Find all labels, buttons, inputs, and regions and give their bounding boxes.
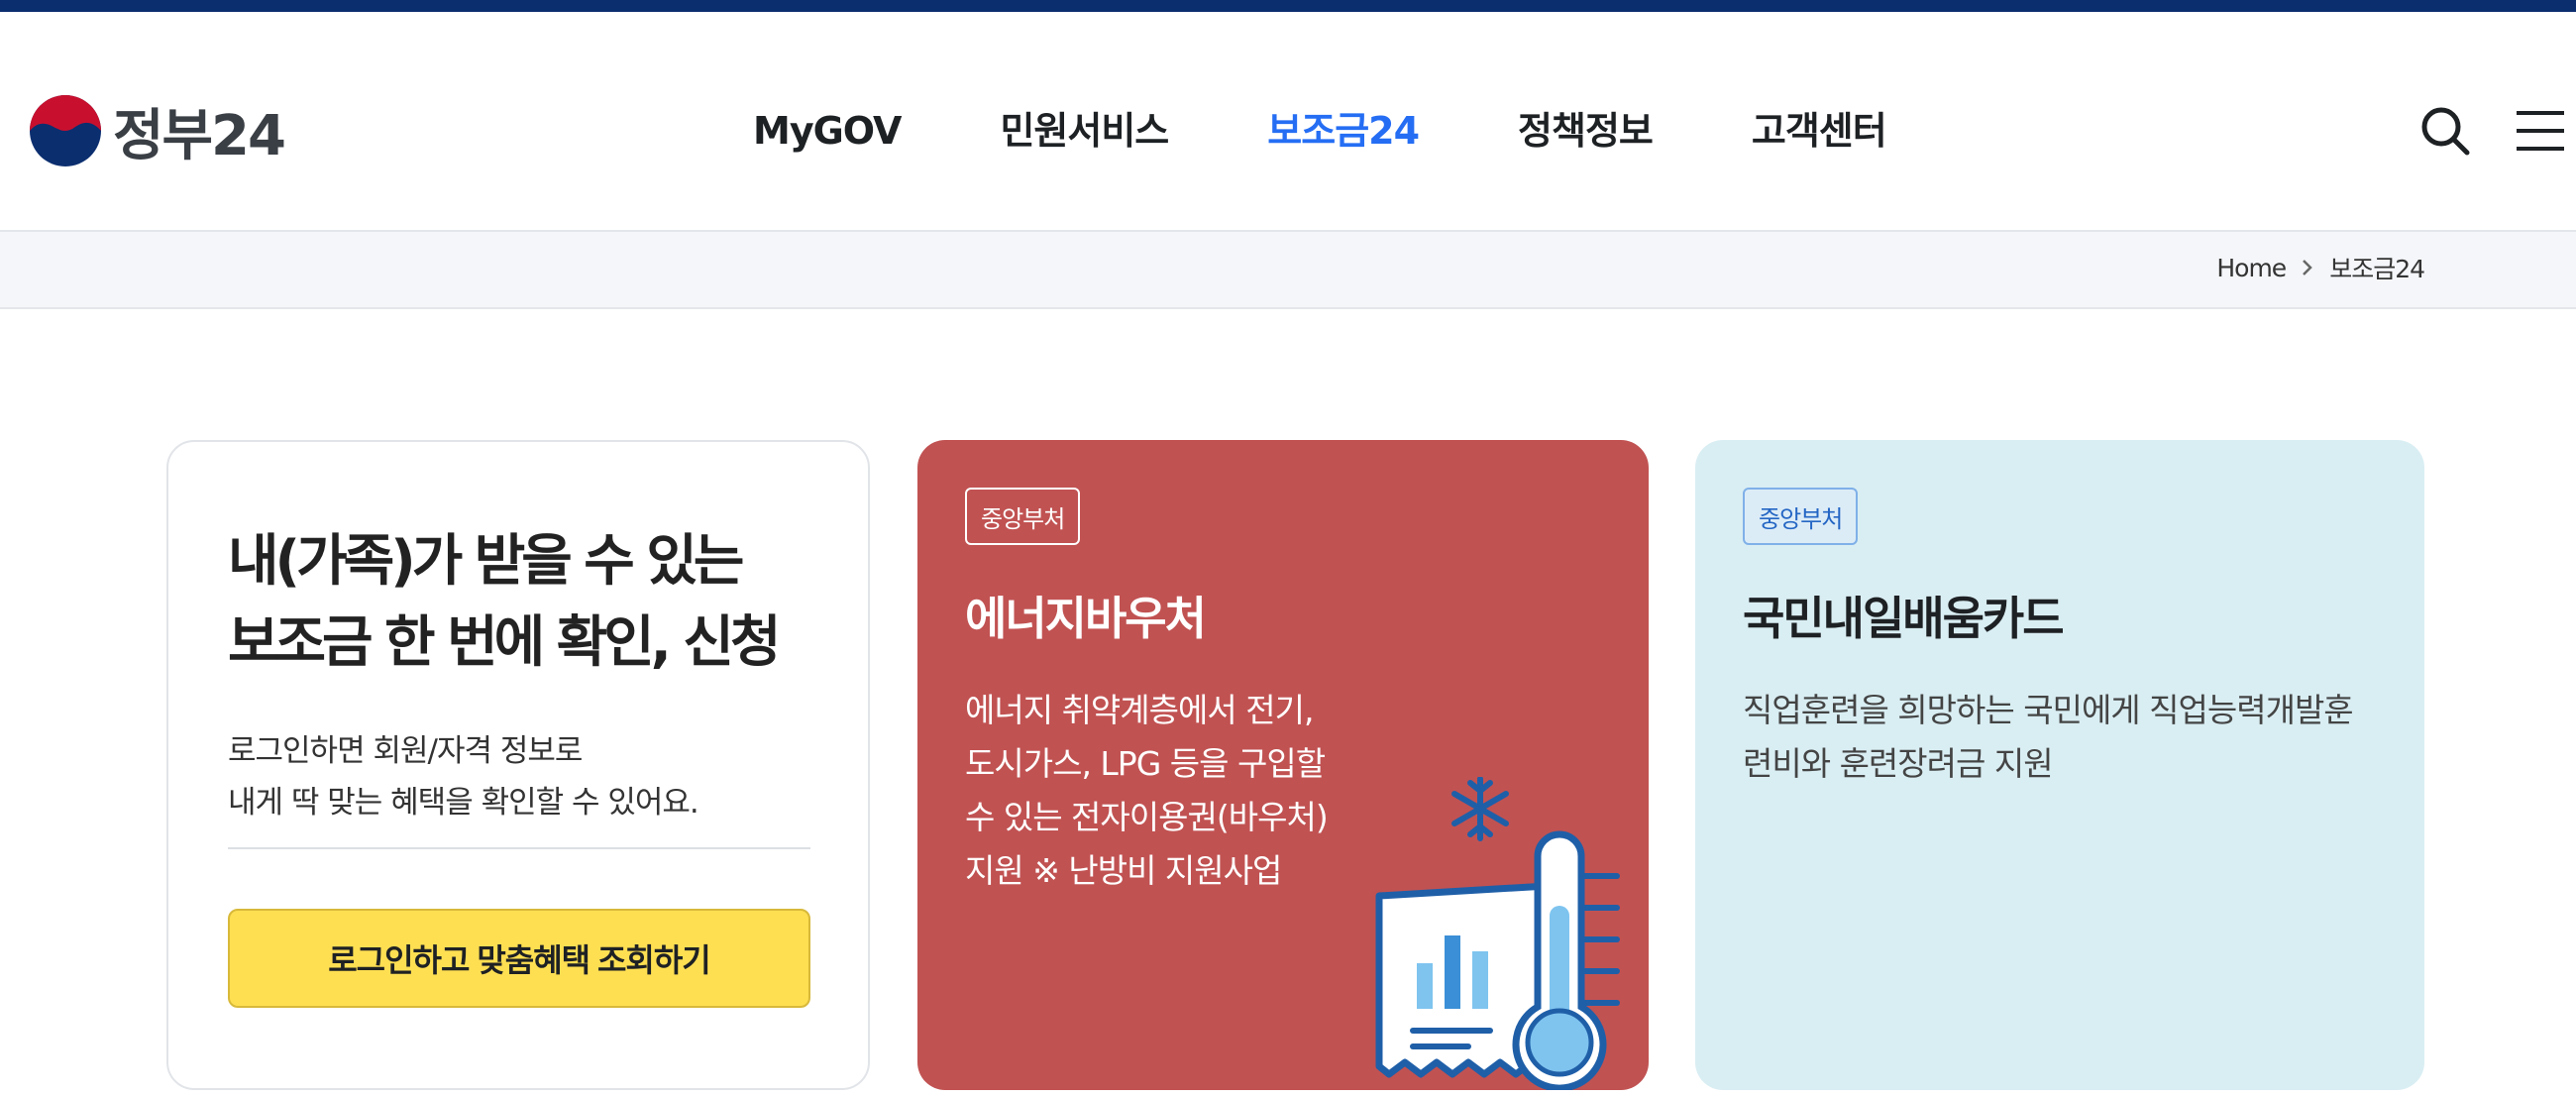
card-desc-line: 지원 ※ 난방비 지원사업 xyxy=(965,851,1282,890)
chevron-right-icon xyxy=(2303,260,2312,275)
breadcrumb-bar: Home 보조금24 xyxy=(0,232,2576,309)
search-button[interactable] xyxy=(2417,103,2473,159)
intro-title-line-1: 내(가족)가 받을 수 있는 xyxy=(228,529,744,594)
top-strip xyxy=(0,0,2576,12)
card-title: 국민내일배움카드 xyxy=(1743,592,2065,645)
thermometer-receipt-icon xyxy=(1375,777,1620,1090)
national-learning-card[interactable]: 중앙부처 국민내일배움카드 직업훈련을 희망하는 국민에게 직업능력개발훈 련비… xyxy=(1695,440,2424,1090)
nav-item-policy-info[interactable]: 정책정보 xyxy=(1518,91,1654,170)
card-desc-line: 수 있는 전자이용권(바우처) xyxy=(965,798,1329,836)
site-header: 정부24 MyGOV 민원서비스 보조금24 정책정보 고객센터 xyxy=(0,12,2576,232)
intro-desc-line-1: 로그인하면 회원/자격 정보로 xyxy=(228,733,583,769)
login-benefit-lookup-button[interactable]: 로그인하고 맞춤혜택 조회하기 xyxy=(228,909,810,1008)
card-desc-line: 도시가스, LPG 등을 구입할 xyxy=(965,744,1326,783)
card-desc-line: 련비와 훈련장려금 지원 xyxy=(1743,744,2054,783)
energy-voucher-card[interactable]: 중앙부처 에너지바우처 에너지 취약계층에서 전기, 도시가스, LPG 등을 … xyxy=(917,440,1649,1090)
logo-text: 정부24 xyxy=(113,103,286,168)
card-description: 에너지 취약계층에서 전기, 도시가스, LPG 등을 구입할 수 있는 전자이… xyxy=(965,684,1361,898)
intro-desc-line-2: 내게 딱 맞는 혜택을 확인할 수 있어요. xyxy=(228,785,699,821)
card-description: 직업훈련을 희망하는 국민에게 직업능력개발훈 련비와 훈련장려금 지원 xyxy=(1743,684,2397,791)
hamburger-menu-icon xyxy=(2517,111,2564,151)
government-emblem-icon xyxy=(30,95,101,166)
nav-item-mygov[interactable]: MyGOV xyxy=(753,91,902,170)
divider xyxy=(228,847,810,849)
category-tag: 중앙부처 xyxy=(965,488,1081,545)
nav-item-subsidy24[interactable]: 보조금24 xyxy=(1267,91,1420,170)
nav-item-civil-service[interactable]: 민원서비스 xyxy=(1000,91,1169,170)
logo[interactable]: 정부24 xyxy=(28,81,286,180)
card-title: 에너지바우처 xyxy=(965,592,1207,645)
breadcrumb-current: 보조금24 xyxy=(2329,255,2425,283)
intro-title: 내(가족)가 받을 수 있는 보조금 한 번에 확인, 신청 xyxy=(228,521,781,684)
nav-item-customer-center[interactable]: 고객센터 xyxy=(1752,91,1887,170)
card-desc-line: 직업훈련을 희망하는 국민에게 직업능력개발훈 xyxy=(1743,691,2354,729)
breadcrumb: Home 보조금24 xyxy=(2216,250,2425,285)
main-nav: MyGOV 민원서비스 보조금24 정책정보 고객센터 xyxy=(753,91,1986,170)
category-tag: 중앙부처 xyxy=(1743,488,1859,545)
menu-button[interactable] xyxy=(2513,107,2568,155)
intro-title-line-2: 보조금 한 번에 확인, 신청 xyxy=(228,610,781,675)
search-icon xyxy=(2421,107,2470,156)
intro-description: 로그인하면 회원/자격 정보로 내게 딱 맞는 혜택을 확인할 수 있어요. xyxy=(228,725,699,828)
card-desc-line: 에너지 취약계층에서 전기, xyxy=(965,691,1314,729)
breadcrumb-home[interactable]: Home xyxy=(2216,254,2287,282)
intro-card: 내(가족)가 받을 수 있는 보조금 한 번에 확인, 신청 로그인하면 회원/… xyxy=(166,440,870,1090)
